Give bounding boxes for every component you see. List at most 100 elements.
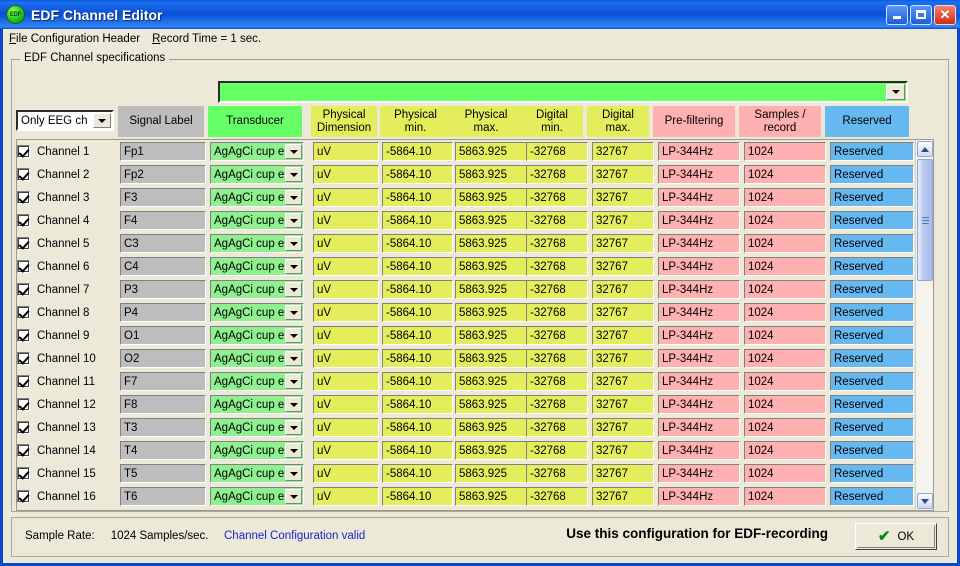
menu-item-record-time[interactable]: Record Time = 1 sec. (146, 32, 267, 46)
samples-input[interactable]: 1024 (744, 188, 826, 207)
prefilter-input[interactable]: LP-344Hz (658, 441, 740, 460)
prefilter-input[interactable]: LP-344Hz (658, 464, 740, 483)
dig_min-cell[interactable]: -32768 (526, 441, 588, 460)
reserved-input[interactable]: Reserved (830, 142, 914, 161)
reserved-input[interactable]: Reserved (830, 188, 914, 207)
dig_max-input[interactable]: 32767 (592, 418, 654, 437)
phys_dim-input[interactable]: uV (313, 211, 379, 230)
samples-cell[interactable]: 1024 (744, 395, 826, 414)
signal-cell[interactable]: O1 (120, 326, 206, 345)
transducer-dropdown-button[interactable] (285, 259, 302, 274)
transducer-dropdown-button[interactable] (285, 213, 302, 228)
transducer-dropdown-button[interactable] (285, 489, 302, 504)
prefilter-cell[interactable]: LP-344Hz (658, 441, 740, 460)
phys_min-cell[interactable]: -5864.10 (382, 165, 453, 184)
transducer-combo[interactable]: AgAgCi cup e (210, 257, 304, 276)
close-button[interactable]: ✕ (934, 4, 956, 25)
dig_max-cell[interactable]: 32767 (592, 487, 654, 506)
prefilter-cell[interactable]: LP-344Hz (658, 326, 740, 345)
samples-cell[interactable]: 1024 (744, 326, 826, 345)
dig_max-input[interactable]: 32767 (592, 280, 654, 299)
channel-enable-checkbox[interactable] (17, 260, 30, 273)
phys_dim-cell[interactable]: uV (313, 188, 379, 207)
maximize-button[interactable] (910, 4, 932, 25)
prefilter-cell[interactable]: LP-344Hz (658, 487, 740, 506)
dig_min-cell[interactable]: -32768 (526, 211, 588, 230)
phys_dim-cell[interactable]: uV (313, 349, 379, 368)
channel-enable-checkbox[interactable] (17, 237, 30, 250)
reserved-input[interactable]: Reserved (830, 257, 914, 276)
reserved-cell[interactable]: Reserved (830, 142, 914, 161)
scrollbar-thumb[interactable] (917, 159, 933, 281)
reserved-input[interactable]: Reserved (830, 349, 914, 368)
transducer-combo[interactable]: AgAgCi cup e (210, 441, 304, 460)
phys_min-input[interactable]: -5864.10 (382, 142, 453, 161)
dig_max-cell[interactable]: 32767 (592, 418, 654, 437)
phys_dim-input[interactable]: uV (313, 418, 379, 437)
phys_min-input[interactable]: -5864.10 (382, 257, 453, 276)
phys_max-input[interactable]: 5863.925 (455, 303, 527, 322)
phys_min-cell[interactable]: -5864.10 (382, 303, 453, 322)
dig_min-cell[interactable]: -32768 (526, 464, 588, 483)
signal-cell[interactable]: F3 (120, 188, 206, 207)
signal-input[interactable]: T3 (120, 418, 206, 437)
phys_min-input[interactable]: -5864.10 (382, 234, 453, 253)
samples-cell[interactable]: 1024 (744, 234, 826, 253)
samples-input[interactable]: 1024 (744, 211, 826, 230)
phys_dim-cell[interactable]: uV (313, 211, 379, 230)
dig_min-input[interactable]: -32768 (526, 234, 588, 253)
channel-enable-checkbox[interactable] (17, 421, 30, 434)
samples-input[interactable]: 1024 (744, 349, 826, 368)
samples-input[interactable]: 1024 (744, 303, 826, 322)
phys_dim-cell[interactable]: uV (313, 303, 379, 322)
phys_min-cell[interactable]: -5864.10 (382, 349, 453, 368)
dig_min-cell[interactable]: -32768 (526, 234, 588, 253)
signal-cell[interactable]: T5 (120, 464, 206, 483)
signal-cell[interactable]: T6 (120, 487, 206, 506)
reserved-input[interactable]: Reserved (830, 280, 914, 299)
transducer-combo[interactable]: AgAgCi cup e (210, 280, 304, 299)
prefilter-input[interactable]: LP-344Hz (658, 211, 740, 230)
phys_min-cell[interactable]: -5864.10 (382, 464, 453, 483)
samples-input[interactable]: 1024 (744, 418, 826, 437)
transducer-dropdown-button[interactable] (285, 236, 302, 251)
dig_min-cell[interactable]: -32768 (526, 303, 588, 322)
reserved-cell[interactable]: Reserved (830, 234, 914, 253)
signal-cell[interactable]: T4 (120, 441, 206, 460)
reserved-cell[interactable]: Reserved (830, 280, 914, 299)
dig_min-cell[interactable]: -32768 (526, 418, 588, 437)
signal-input[interactable]: F4 (120, 211, 206, 230)
dig_min-input[interactable]: -32768 (526, 441, 588, 460)
samples-cell[interactable]: 1024 (744, 165, 826, 184)
dig_max-input[interactable]: 32767 (592, 487, 654, 506)
phys_max-input[interactable]: 5863.925 (455, 395, 527, 414)
transducer-dropdown-button[interactable] (285, 167, 302, 182)
phys_max-input[interactable]: 5863.925 (455, 188, 527, 207)
phys_max-input[interactable]: 5863.925 (455, 142, 527, 161)
transducer-dropdown-button[interactable] (285, 190, 302, 205)
channel-enable-checkbox[interactable] (17, 168, 30, 181)
transducer-dropdown-button[interactable] (285, 144, 302, 159)
dig_min-input[interactable]: -32768 (526, 464, 588, 483)
dig_min-cell[interactable]: -32768 (526, 257, 588, 276)
channel-enable-checkbox[interactable] (17, 444, 30, 457)
reserved-input[interactable]: Reserved (830, 418, 914, 437)
phys_max-cell[interactable]: 5863.925 (455, 142, 527, 161)
dig_min-cell[interactable]: -32768 (526, 188, 588, 207)
phys_dim-cell[interactable]: uV (313, 326, 379, 345)
prefilter-input[interactable]: LP-344Hz (658, 372, 740, 391)
channel-preset-combo[interactable] (218, 81, 908, 103)
samples-input[interactable]: 1024 (744, 326, 826, 345)
phys_min-input[interactable]: -5864.10 (382, 280, 453, 299)
channel-enable-checkbox[interactable] (17, 306, 30, 319)
column-header-phys_max[interactable]: Physical max. (450, 106, 522, 137)
phys_min-input[interactable]: -5864.10 (382, 372, 453, 391)
phys_dim-input[interactable]: uV (313, 349, 379, 368)
reserved-cell[interactable]: Reserved (830, 326, 914, 345)
samples-cell[interactable]: 1024 (744, 349, 826, 368)
phys_max-cell[interactable]: 5863.925 (455, 188, 527, 207)
prefilter-cell[interactable]: LP-344Hz (658, 188, 740, 207)
phys_dim-input[interactable]: uV (313, 487, 379, 506)
dig_max-input[interactable]: 32767 (592, 188, 654, 207)
phys_dim-cell[interactable]: uV (313, 257, 379, 276)
